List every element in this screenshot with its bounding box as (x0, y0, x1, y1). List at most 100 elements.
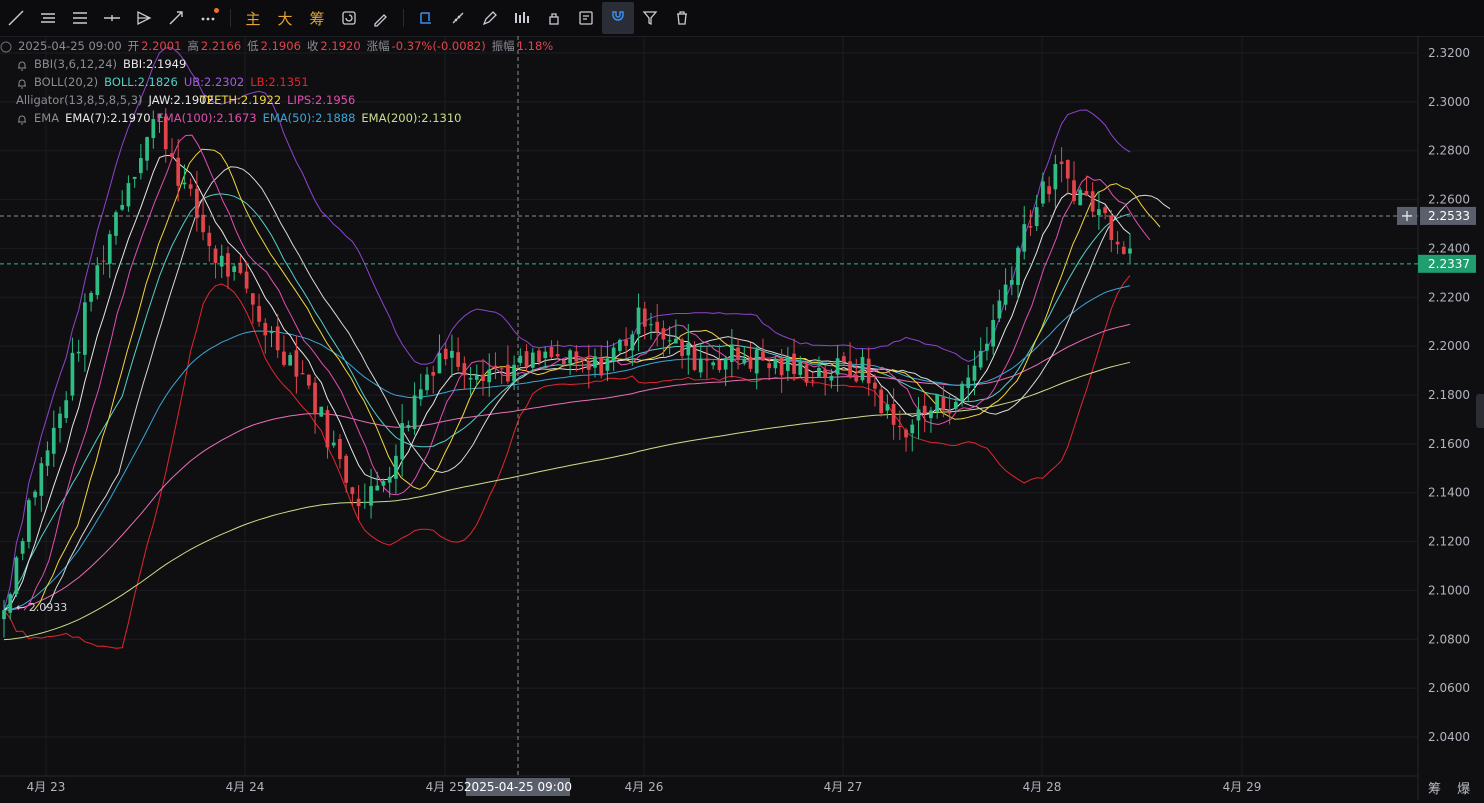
horizontal-lines-icon[interactable] (32, 2, 64, 34)
trend-line-icon[interactable] (0, 2, 32, 34)
candle-body (705, 358, 709, 361)
bbi-name: BBI(3,6,12,24) (34, 57, 118, 71)
candle-body (580, 358, 585, 361)
indicator-legend: 2025-04-25 09:00 开 2.2001 高 2.2166 低 2.1906… (0, 37, 559, 127)
toolbar-divider (403, 9, 404, 27)
candle-body (804, 364, 809, 383)
projection-icon[interactable] (128, 2, 160, 34)
arrow-line-icon[interactable] (160, 2, 192, 34)
bar-compare-icon[interactable] (506, 2, 538, 34)
candle-body (885, 404, 890, 411)
more-tools-icon[interactable] (192, 2, 224, 34)
candle-body (723, 358, 728, 370)
select-tool-icon[interactable] (410, 2, 442, 34)
candle-body (120, 204, 125, 210)
price-tick-label: 2.0800 (1428, 632, 1470, 646)
brush-icon[interactable] (474, 2, 506, 34)
filter-icon[interactable] (634, 2, 666, 34)
candle-body (64, 400, 69, 419)
candle-body (170, 153, 174, 157)
candle-body (139, 158, 143, 174)
candle-body (244, 271, 249, 289)
candle-body (891, 404, 896, 425)
candle-body (45, 450, 50, 466)
candle-body (586, 361, 591, 370)
candle-body (1041, 181, 1045, 204)
time-tick-label: 4月 27 (824, 780, 863, 794)
candle-body (362, 502, 367, 504)
price-tick-label: 2.0400 (1428, 730, 1470, 744)
candle-body (89, 292, 93, 302)
candle-body (83, 302, 87, 355)
candle-body (810, 380, 815, 382)
price-tick-label: 2.0600 (1428, 681, 1470, 695)
candle-body (8, 594, 13, 613)
candle-body (649, 324, 653, 326)
bell-icon[interactable] (16, 58, 28, 71)
close-label: 收 (306, 39, 319, 53)
candle-body (568, 350, 572, 364)
cross-line-icon[interactable] (96, 2, 128, 34)
bottom-right-buttons[interactable]: 筹 爆 (1428, 778, 1476, 797)
candle-body (742, 359, 747, 364)
candle-body (947, 411, 952, 414)
chip-distribution-button[interactable]: 筹 (301, 2, 333, 34)
magnet-icon[interactable] (602, 2, 634, 34)
ema-name: EMA (34, 111, 60, 125)
candle-body (642, 308, 647, 327)
price-tick-label: 2.1000 (1428, 583, 1470, 597)
candle-body (1047, 186, 1051, 195)
large-order-button[interactable]: 大 (269, 2, 301, 34)
price-tick-label: 2.3200 (1428, 46, 1470, 60)
candle-body (543, 351, 548, 358)
time-axis[interactable]: 4月 23 4月 24 4月 25 4月 26 4月 27 4月 28 4月 29 2025-… (27, 778, 1262, 796)
candle-body (201, 214, 205, 233)
candlestick-chart[interactable]: ← 2.0933 2.3200 2.3000 2.2800 2.2600 2.2400 2… (0, 36, 1484, 803)
parallel-lines-icon[interactable] (64, 2, 96, 34)
boll-name: BOLL(20,2) (34, 75, 99, 89)
price-tick-label: 2.2200 (1428, 290, 1470, 304)
candle-body (1053, 164, 1058, 190)
candle-body (95, 265, 100, 296)
price-tick-label: 2.2000 (1428, 339, 1470, 353)
candle-body (1022, 224, 1027, 252)
candle-body (530, 352, 535, 368)
candle-body (425, 374, 429, 391)
candle-body (792, 353, 796, 375)
candle-body (692, 346, 697, 370)
candle-body (468, 377, 473, 380)
boll-lower-line (3, 275, 1131, 649)
candle-body (418, 389, 423, 400)
candle-body (817, 367, 821, 377)
bbi-value: BBI:2.1949 (123, 57, 187, 71)
collapse-icon[interactable] (0, 40, 12, 53)
candle-body (462, 363, 467, 376)
candle-body (711, 362, 716, 366)
bell-icon[interactable] (16, 112, 28, 125)
candle-body (499, 368, 504, 370)
candle-body (823, 369, 828, 378)
eraser-pen-icon[interactable] (365, 2, 397, 34)
boll-ub-value: UB:2.2302 (183, 75, 245, 89)
candle-body (39, 463, 44, 496)
change-value: -0.37%(-0.0082) (391, 39, 486, 53)
candle-body (306, 374, 311, 386)
candle-body (761, 351, 765, 361)
notes-icon[interactable] (570, 2, 602, 34)
trash-icon[interactable] (666, 2, 698, 34)
candle-body (972, 365, 977, 381)
refresh-icon[interactable] (333, 2, 365, 34)
candle-body (978, 350, 983, 368)
candle-body (1003, 284, 1008, 305)
main-indicator-button[interactable]: 主 (237, 2, 269, 34)
price-tick-label: 2.2600 (1428, 193, 1470, 207)
candle-body (107, 234, 112, 264)
ruler-icon[interactable] (442, 2, 474, 34)
candle-body (630, 334, 635, 351)
time-tick-label: 4月 23 (27, 780, 66, 794)
bell-icon[interactable] (16, 76, 28, 89)
candle-body (387, 476, 392, 483)
candle-body (754, 349, 759, 374)
lock-icon[interactable] (538, 2, 570, 34)
side-panel-toggle[interactable] (1476, 394, 1484, 428)
